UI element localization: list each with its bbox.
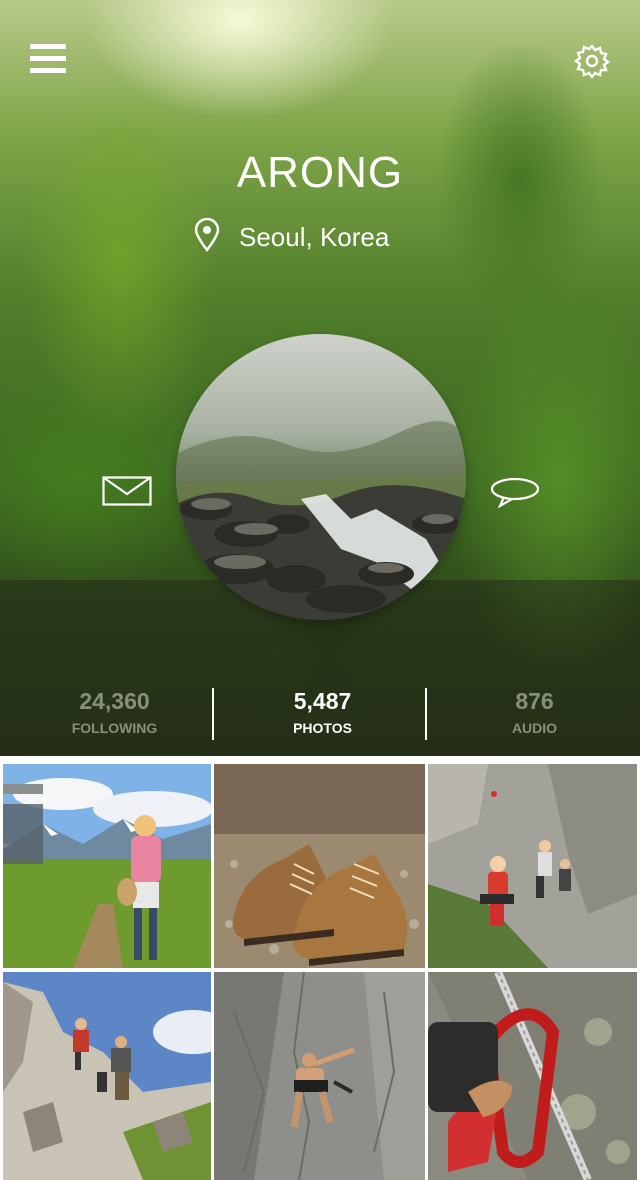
menu-icon[interactable] <box>30 44 66 76</box>
chat-bubble-icon[interactable] <box>490 476 540 508</box>
photo-grid <box>0 756 640 1180</box>
stat-following[interactable]: 24,360 FOLLOWING <box>8 686 221 736</box>
gear-icon[interactable] <box>574 43 610 79</box>
location-text: Seoul, Korea <box>239 222 390 252</box>
stat-audio[interactable]: 876 AUDIO <box>428 686 640 736</box>
stat-photos-value: 5,487 <box>293 688 352 714</box>
stat-photos-label: PHOTOS <box>293 720 352 736</box>
stat-following-label: FOLLOWING <box>71 720 158 736</box>
stats-divider <box>425 688 427 740</box>
stat-photos[interactable]: 5,487 PHOTOS <box>216 686 429 736</box>
stats-bar: 24,360 FOLLOWING 5,487 PHOTOS 876 AUDIO <box>0 686 640 746</box>
stat-following-value: 24,360 <box>79 688 150 714</box>
photo-tile[interactable] <box>3 972 211 1180</box>
location-pin-icon <box>194 218 220 252</box>
mail-icon[interactable] <box>102 476 152 506</box>
stat-audio-value: 876 <box>515 688 554 714</box>
photo-tile[interactable] <box>214 764 425 968</box>
photo-tile[interactable] <box>3 764 211 968</box>
photo-tile[interactable] <box>428 972 637 1180</box>
profile-name: ARONG <box>236 148 404 197</box>
photo-tile[interactable] <box>428 764 637 968</box>
stats-divider <box>212 688 214 740</box>
location-row: Seoul, Korea <box>0 218 640 258</box>
photo-tile[interactable] <box>214 972 425 1180</box>
stat-audio-label: AUDIO <box>511 720 558 736</box>
avatar[interactable] <box>176 334 466 620</box>
